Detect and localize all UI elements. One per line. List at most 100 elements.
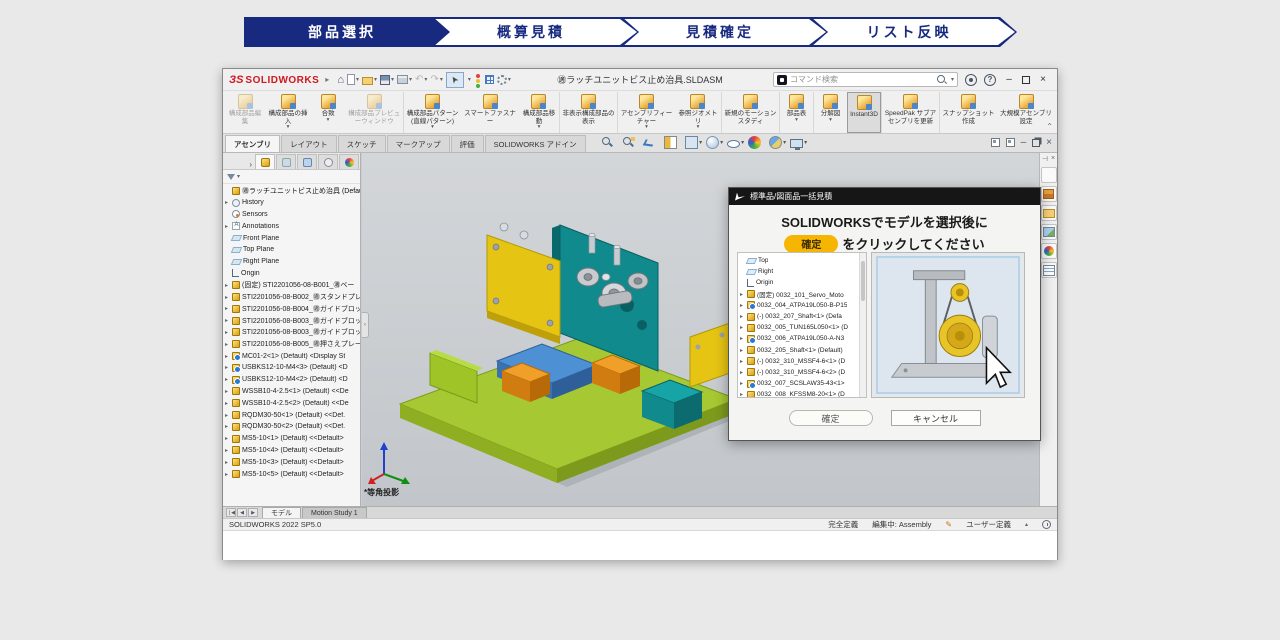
expand-arrow-icon[interactable]: ▸: [225, 459, 232, 466]
hide-show-items-icon[interactable]: [727, 140, 740, 148]
display-pane-button[interactable]: [485, 73, 494, 87]
dropdown-caret-icon[interactable]: ▾: [829, 118, 832, 122]
command-button[interactable]: 構成部品移動 ▾: [519, 92, 559, 133]
dialog-tree-item[interactable]: ▸ Top: [740, 255, 859, 266]
command-button[interactable]: 合致 ▾: [311, 92, 345, 133]
dropdown-caret-icon[interactable]: ▾: [804, 139, 807, 146]
print-button[interactable]: ▾: [397, 73, 412, 87]
dialog-tree-item[interactable]: ▸ (-) 0032_310_MSSF4-6<2> (D: [740, 367, 859, 378]
select-tool-button[interactable]: ➤: [446, 72, 464, 88]
expand-arrow-icon[interactable]: ▸: [225, 412, 232, 419]
tree-item[interactable]: ▸ USBKS12-10-M4<3> (Default) <D: [225, 362, 360, 374]
expand-arrow-icon[interactable]: ▸: [740, 335, 747, 342]
tree-item[interactable]: ▸ (固定) STI2201056-08-B001_㊜ベー: [225, 279, 360, 291]
command-button[interactable]: 構成部品パターン(直線パターン) ▾: [403, 92, 461, 133]
appearances-icon[interactable]: [1041, 243, 1057, 259]
dropdown-caret-icon[interactable]: ▾: [409, 76, 412, 83]
dropdown-caret-icon[interactable]: ▾: [237, 173, 240, 180]
dropdown-caret-icon[interactable]: ▾: [468, 76, 471, 83]
pin-icon[interactable]: ⊣: [1042, 155, 1048, 163]
minimize-document-icon[interactable]: –: [1021, 137, 1027, 148]
expand-arrow-icon[interactable]: ▸: [225, 317, 232, 324]
hud-icon-group[interactable]: ▾: [643, 136, 660, 149]
ribbon-tab[interactable]: 評価: [451, 135, 484, 152]
tree-item[interactable]: ▸ STI2201056-08-B002_㊜スタンドプレ: [225, 291, 360, 303]
tree-item[interactable]: ▸ RQDM30-50<1> (Default) <<Def.: [225, 409, 360, 421]
dropdown-caret-icon[interactable]: ▾: [327, 118, 330, 122]
help-icon[interactable]: ?: [984, 74, 996, 86]
expand-arrow-icon[interactable]: ▸: [740, 391, 747, 397]
tree-item[interactable]: ▸ STI2201056-08-B003_㊜ガイドブロッ: [225, 315, 360, 327]
command-button[interactable]: アセンブリフィーチャー ▾: [617, 92, 675, 133]
hud-icon-group[interactable]: ▾: [601, 136, 618, 149]
dialog-tree-item[interactable]: ▸ Right: [740, 266, 859, 277]
expand-arrow-icon[interactable]: ▸: [225, 329, 232, 336]
command-button[interactable]: スマートファスナー ▾: [461, 92, 519, 133]
propertymanager-tab-icon[interactable]: [276, 154, 296, 169]
next-tab-icon[interactable]: ▶: [248, 508, 258, 517]
expand-arrow-icon[interactable]: ▸: [225, 305, 232, 312]
cancel-button[interactable]: キャンセル: [891, 410, 981, 426]
hud-icon-group[interactable]: ▾: [664, 136, 681, 149]
expand-arrow-icon[interactable]: ▸: [225, 223, 232, 230]
dropdown-caret-icon[interactable]: ▾: [951, 76, 954, 83]
prev-tab-icon[interactable]: ◀: [237, 508, 247, 517]
home-icon[interactable]: [1041, 167, 1057, 183]
design-library-icon[interactable]: [1041, 186, 1057, 202]
undo-button[interactable]: ↶▾: [415, 73, 427, 87]
dropdown-caret-icon[interactable]: ▾: [699, 139, 702, 146]
tree-item[interactable]: ▸ Front Plane: [225, 232, 360, 244]
tree-item[interactable]: ▸ STI2201056-08-B005_㊜押さえプレー: [225, 338, 360, 350]
expand-arrow-icon[interactable]: ▸: [225, 423, 232, 430]
minimize-button[interactable]: –: [1003, 74, 1015, 85]
search-icon[interactable]: [936, 74, 947, 85]
panel-tabs-more-icon[interactable]: ›: [249, 160, 252, 169]
user-account-icon[interactable]: [965, 74, 977, 86]
tree-item[interactable]: ▸ MS5-10<1> (Default) <<Default>: [225, 433, 360, 445]
dropdown-caret-icon[interactable]: ▾: [538, 125, 541, 129]
tree-collapse-handle[interactable]: ‹: [362, 312, 369, 338]
dropdown-caret-icon[interactable]: ▾: [720, 139, 723, 146]
command-button[interactable]: 構成部品編集 ▾: [225, 92, 265, 133]
hud-icon-group[interactable]: ▾: [769, 136, 786, 149]
command-button[interactable]: 構成部品プレビューウィンドウ ▾: [345, 92, 403, 133]
dialog-tree-item[interactable]: ▸ Origin: [740, 277, 859, 288]
expand-arrow-icon[interactable]: ▸: [225, 282, 232, 289]
dialog-tree-item[interactable]: ▸ 0032_007_SCSLAW35-43<1>: [740, 378, 859, 389]
section-view-icon[interactable]: [664, 136, 677, 149]
tree-item[interactable]: ▸ RQDM30-50<2> (Default) <<Def.: [225, 421, 360, 433]
tree-item[interactable]: ▸ MC01-2<1> (Default) <Display St: [225, 350, 360, 362]
restore-document-icon[interactable]: [1032, 139, 1040, 147]
dimxpertmanager-tab-icon[interactable]: [318, 154, 338, 169]
tree-item[interactable]: ▸ STI2201056-08-B003_㊜ガイドブロッ: [225, 327, 360, 339]
hud-icon-group[interactable]: ▾: [727, 138, 744, 148]
command-button[interactable]: 分解図 ▾: [813, 92, 847, 133]
tree-item[interactable]: ▸ Origin: [225, 268, 360, 280]
ribbon-tab[interactable]: レイアウト: [281, 135, 337, 152]
dropdown-caret-icon[interactable]: ▾: [508, 76, 511, 83]
expand-arrow-icon[interactable]: ▸: [225, 447, 232, 454]
dropdown-caret-icon[interactable]: ▾: [645, 125, 648, 129]
apply-scene-icon[interactable]: [769, 136, 782, 149]
command-button[interactable]: 部品表 ▾: [779, 92, 813, 133]
previous-view-icon[interactable]: [643, 136, 656, 149]
expand-arrow-icon[interactable]: ▸: [740, 313, 747, 320]
dropdown-caret-icon[interactable]: ▾: [795, 118, 798, 122]
dialog-tree-scrollbar[interactable]: [859, 253, 866, 397]
dropdown-caret-icon[interactable]: ▾: [431, 125, 434, 129]
expand-arrow-icon[interactable]: ▸: [740, 324, 747, 331]
menu-expand-icon[interactable]: ▸: [325, 75, 329, 84]
save-button[interactable]: ▾: [380, 73, 394, 87]
close-document-icon[interactable]: ×: [1046, 137, 1052, 148]
custom-properties-icon[interactable]: [1041, 262, 1057, 278]
dropdown-caret-icon[interactable]: ▾: [287, 125, 290, 129]
hud-icon-group[interactable]: ▾: [622, 136, 639, 149]
command-button[interactable]: 非表示構成部品の表示 ▾: [559, 92, 617, 133]
command-button[interactable]: Instant3D ▾: [847, 92, 881, 133]
file-explorer-icon[interactable]: [1041, 205, 1057, 221]
command-button[interactable]: スナップショット作成 ▾: [939, 92, 997, 133]
expand-arrow-icon[interactable]: ▸: [225, 353, 232, 360]
close-button[interactable]: ×: [1037, 74, 1049, 85]
expand-arrow-icon[interactable]: ▸: [225, 294, 232, 301]
tree-item[interactable]: ▸ MS5-10<4> (Default) <<Default>: [225, 445, 360, 457]
